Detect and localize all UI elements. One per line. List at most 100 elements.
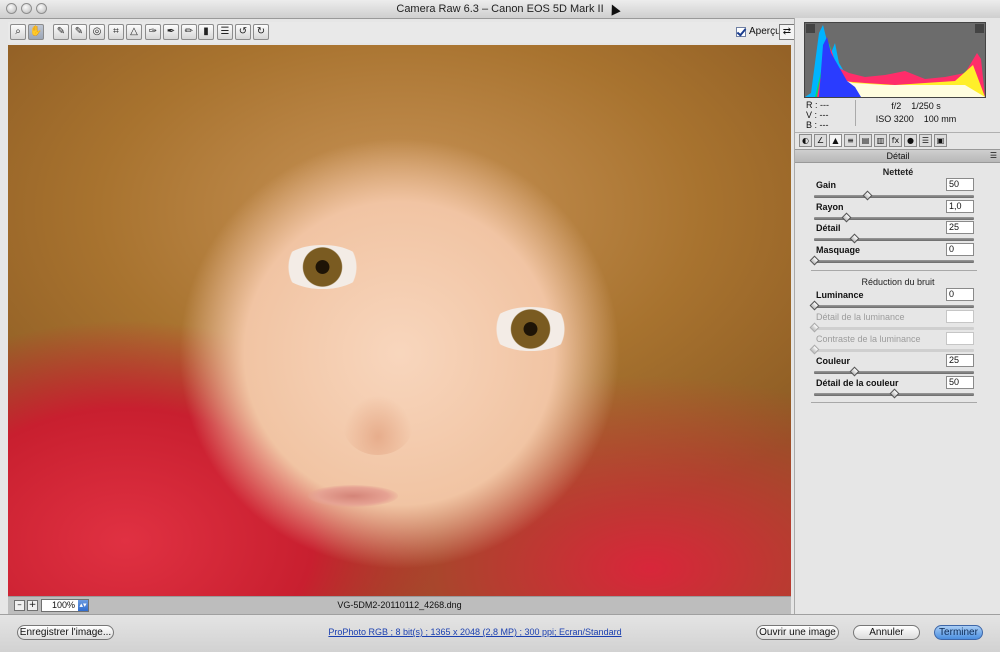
rotate-left-icon[interactable]: ↺ bbox=[235, 24, 251, 40]
highlight-clipping-icon[interactable] bbox=[975, 24, 984, 33]
graduated-filter-tool-icon[interactable]: ▮ bbox=[198, 24, 214, 40]
slider-value-field[interactable]: 0 bbox=[946, 242, 974, 256]
window-titlebar: Camera Raw 6.3 – Canon EOS 5D Mark II bbox=[0, 0, 1000, 19]
slider-track bbox=[814, 349, 974, 352]
slider-label: Détail de la luminance bbox=[816, 312, 905, 322]
slider-value-field bbox=[946, 332, 974, 345]
targeted-adjustment-tool-icon[interactable]: ◎ bbox=[89, 24, 105, 40]
zoom-tool-icon[interactable]: ⌕ bbox=[10, 24, 26, 40]
noise-reduction-title: Réduction du bruit bbox=[861, 277, 935, 287]
panel-menu-icon[interactable]: ☰ bbox=[990, 150, 997, 162]
slider-value-field bbox=[946, 310, 974, 323]
b-value: --- bbox=[819, 120, 829, 130]
white-balance-tool-icon[interactable]: ✎ bbox=[53, 24, 69, 40]
slider-row: Contraste de la luminance bbox=[809, 332, 974, 356]
b-label: B : bbox=[806, 120, 818, 130]
slider-label: Couleur bbox=[816, 356, 851, 366]
slider-track bbox=[814, 327, 974, 330]
iso-value: ISO 3200 bbox=[875, 114, 914, 124]
slider-thumb[interactable] bbox=[889, 388, 900, 399]
slider-value-field[interactable]: 25 bbox=[946, 354, 974, 367]
slider-thumb[interactable] bbox=[849, 233, 860, 244]
focal-length-value: 100 mm bbox=[923, 114, 957, 124]
photo-mouth bbox=[308, 485, 398, 507]
fullscreen-toggle-icon[interactable]: ⇄ bbox=[779, 24, 795, 40]
r-label: R : bbox=[806, 100, 818, 110]
photo-eye-right bbox=[488, 307, 573, 351]
slider-row: Masquage 0 bbox=[809, 242, 974, 267]
tab-effects-icon[interactable]: fx bbox=[889, 134, 902, 147]
preferences-icon[interactable]: ☰ bbox=[217, 24, 233, 40]
r-value: --- bbox=[820, 100, 830, 110]
shadow-clipping-icon[interactable] bbox=[806, 24, 815, 33]
tab-lens-corrections-icon[interactable]: ▥ bbox=[874, 134, 887, 147]
slider-track[interactable] bbox=[814, 371, 974, 374]
crop-tool-icon[interactable]: ⌗ bbox=[108, 24, 124, 40]
slider-row: Luminance 0 bbox=[809, 288, 974, 312]
tab-hsl-icon[interactable]: ≡ bbox=[844, 134, 857, 147]
sharpening-title: Netteté bbox=[882, 167, 914, 177]
slider-value-field[interactable]: 50 bbox=[946, 178, 974, 191]
workflow-options-link[interactable]: ProPhoto RGB ; 8 bit(s) ; 1365 x 2048 (2… bbox=[250, 627, 700, 637]
rotate-right-icon[interactable]: ↻ bbox=[253, 24, 269, 40]
hand-tool-icon[interactable]: ✋ bbox=[28, 24, 44, 40]
tool-bar: ⌕ ✋ ✎ ✎ ◎ ⌗ △ ✑ ✒ ✏ ▮ ☰ ↺ ↻ Aperçu ⇄ bbox=[8, 22, 795, 43]
slider-value-field[interactable]: 1,0 bbox=[946, 199, 974, 213]
exif-info: f/2 1/250 s ISO 3200 100 mm bbox=[855, 100, 976, 126]
cancel-button[interactable]: Annuler bbox=[853, 625, 920, 640]
rgb-readout: R : --- V : --- B : --- bbox=[806, 100, 829, 130]
adjustment-brush-tool-icon[interactable]: ✏ bbox=[181, 24, 197, 40]
slider-value-field[interactable]: 25 bbox=[946, 221, 974, 234]
preview-label: Aperçu bbox=[749, 26, 781, 37]
v-value: --- bbox=[819, 110, 829, 120]
checkbox-checked-icon[interactable] bbox=[736, 26, 746, 37]
slider-thumb bbox=[809, 322, 820, 333]
slider-label: Contraste de la luminance bbox=[816, 334, 921, 344]
slider-track[interactable] bbox=[814, 216, 974, 220]
slider-track[interactable] bbox=[814, 195, 974, 198]
slider-label: Masquage bbox=[816, 244, 861, 255]
slider-track[interactable] bbox=[814, 259, 974, 263]
slider-thumb[interactable] bbox=[849, 366, 860, 377]
slider-row: Détail de la couleur 50 bbox=[814, 376, 974, 400]
slider-thumb[interactable] bbox=[841, 212, 852, 222]
tab-camera-calibration-icon[interactable]: ● bbox=[904, 134, 917, 147]
histogram bbox=[804, 22, 986, 98]
image-preview[interactable] bbox=[8, 45, 791, 596]
shutter-value: 1/250 s bbox=[911, 101, 941, 111]
slider-thumb[interactable] bbox=[809, 300, 820, 311]
save-image-button[interactable]: Enregistrer l'image... bbox=[17, 625, 114, 640]
slider-label: Luminance bbox=[816, 290, 864, 300]
tab-snapshots-icon[interactable]: ▣ bbox=[934, 134, 947, 147]
straighten-tool-icon[interactable]: △ bbox=[126, 24, 142, 40]
tab-basic-icon[interactable]: ◐ bbox=[799, 134, 812, 147]
slider-thumb[interactable] bbox=[862, 190, 873, 201]
color-sampler-tool-icon[interactable]: ✎ bbox=[71, 24, 87, 40]
tab-detail-icon[interactable]: ▲ bbox=[829, 134, 842, 147]
done-button[interactable]: Terminer bbox=[934, 625, 983, 640]
tab-tone-curve-icon[interactable]: ∠ bbox=[814, 134, 827, 147]
adjustments-panel: R : --- V : --- B : --- f/2 1/250 s ISO … bbox=[794, 18, 1000, 614]
aperture-value: f/2 bbox=[891, 101, 902, 111]
panel-header: Détail ☰ bbox=[795, 149, 1000, 163]
slider-label: Détail de la couleur bbox=[816, 378, 899, 388]
tab-split-toning-icon[interactable]: ▤ bbox=[859, 134, 872, 147]
panel-title: Détail bbox=[886, 151, 910, 161]
panel-tabs: ◐ ∠ ▲ ≡ ▤ ▥ fx ● ☰ ▣ bbox=[795, 132, 1000, 150]
slider-label: Gain bbox=[816, 180, 837, 190]
tab-presets-icon[interactable]: ☰ bbox=[919, 134, 932, 147]
slider-label: Rayon bbox=[816, 201, 844, 212]
slider-track[interactable] bbox=[814, 238, 974, 241]
slider-thumb[interactable] bbox=[809, 255, 820, 265]
slider-value-field[interactable]: 50 bbox=[946, 376, 974, 389]
preview-checkbox[interactable]: Aperçu bbox=[736, 26, 781, 37]
preview-status-bar: – + 100% ▴▾ VG-5DM2-20110112_4268.dng bbox=[8, 596, 791, 614]
slider-value-field[interactable]: 0 bbox=[946, 288, 974, 301]
slider-thumb bbox=[809, 344, 820, 355]
slider-row: Couleur 25 bbox=[814, 354, 974, 378]
red-eye-tool-icon[interactable]: ✒ bbox=[163, 24, 179, 40]
photo-eye-left bbox=[280, 245, 365, 289]
slider-track[interactable] bbox=[814, 305, 974, 308]
spot-removal-tool-icon[interactable]: ✑ bbox=[145, 24, 161, 40]
open-image-button[interactable]: Ouvrir une image bbox=[756, 625, 839, 640]
